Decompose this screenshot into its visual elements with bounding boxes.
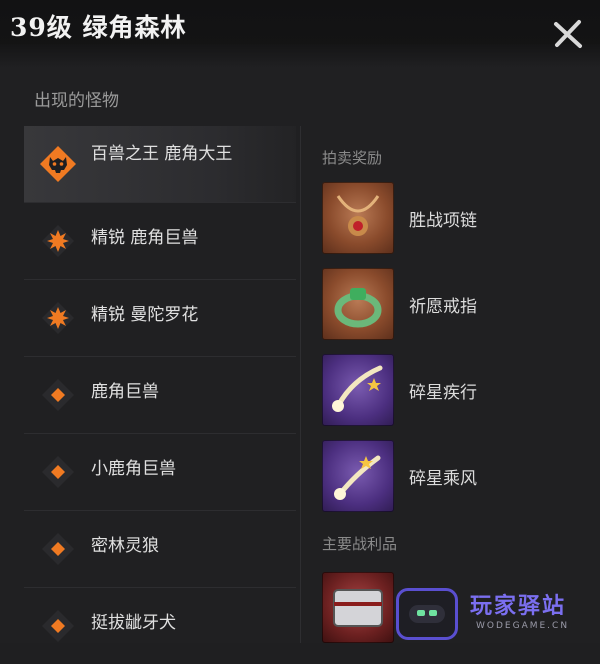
monster-item-normal[interactable]: 鹿角巨兽 — [24, 357, 296, 434]
boss-skull-icon — [40, 146, 76, 182]
reward-name: 胜战项链 — [409, 211, 477, 231]
shooting-star-icon — [322, 440, 394, 512]
reward-name: 碎星疾行 — [409, 383, 477, 403]
monster-item-elite[interactable]: 精锐 曼陀罗花 — [24, 280, 296, 357]
reward-item[interactable]: 胜战项链 — [322, 182, 582, 258]
ring-icon — [322, 268, 394, 340]
monster-name: 精锐 鹿角巨兽 — [91, 228, 199, 248]
reward-item[interactable]: 碎星乘风 — [322, 440, 582, 516]
necklace-icon — [322, 182, 394, 254]
monster-name: 挺拔龇牙犬 — [91, 613, 176, 633]
treasure-chest-icon — [322, 572, 394, 643]
loot-section-label: 主要战利品 — [322, 535, 398, 553]
elite-burst-icon — [42, 225, 74, 257]
monsters-section-label: 出现的怪物 — [34, 91, 119, 111]
monster-name: 百兽之王 鹿角大王 — [91, 144, 233, 164]
reward-name: 祈愿戒指 — [409, 297, 477, 317]
shooting-star-icon — [322, 354, 394, 426]
monster-item-normal[interactable]: 挺拔龇牙犬 — [24, 588, 296, 664]
watermark: 玩家驿站 WODEGAME.CN — [396, 586, 600, 643]
monster-name: 小鹿角巨兽 — [91, 459, 176, 479]
close-icon — [554, 20, 582, 48]
monster-info-panel: 39级 绿角森林 出现的怪物 百兽之王 鹿角大王 精锐 鹿角巨兽 精锐 曼陀罗花… — [0, 0, 600, 643]
diamond-icon — [42, 456, 74, 488]
reward-item[interactable]: 祈愿戒指 — [322, 268, 582, 344]
reward-name: 碎星乘风 — [409, 469, 477, 489]
monster-item-normal[interactable]: 小鹿角巨兽 — [24, 434, 296, 511]
monster-name: 精锐 曼陀罗花 — [91, 305, 199, 325]
page-title: 39级 绿角森林 — [10, 13, 187, 42]
diamond-icon — [42, 533, 74, 565]
monster-item-elite[interactable]: 精锐 鹿角巨兽 — [24, 203, 296, 280]
elite-burst-icon — [42, 302, 74, 334]
monster-name: 鹿角巨兽 — [91, 382, 159, 402]
watermark-title: 玩家驿站 — [470, 594, 567, 619]
close-button[interactable] — [548, 14, 588, 54]
watermark-logo-icon — [396, 588, 458, 640]
monster-item-boss[interactable]: 百兽之王 鹿角大王 — [24, 126, 296, 203]
diamond-icon — [42, 610, 74, 642]
monster-item-normal[interactable]: 密林灵狼 — [24, 511, 296, 588]
reward-item[interactable]: 碎星疾行 — [322, 354, 582, 430]
diamond-icon — [42, 379, 74, 411]
watermark-url: WODEGAME.CN — [476, 621, 570, 631]
auction-section-label: 拍卖奖励 — [322, 149, 383, 167]
title-brush-divider — [0, 44, 600, 68]
column-divider — [300, 126, 301, 643]
monster-name: 密林灵狼 — [91, 536, 159, 556]
monster-list: 百兽之王 鹿角大王 精锐 鹿角巨兽 精锐 曼陀罗花 鹿角巨兽 小鹿角巨兽 密林灵… — [24, 126, 296, 664]
